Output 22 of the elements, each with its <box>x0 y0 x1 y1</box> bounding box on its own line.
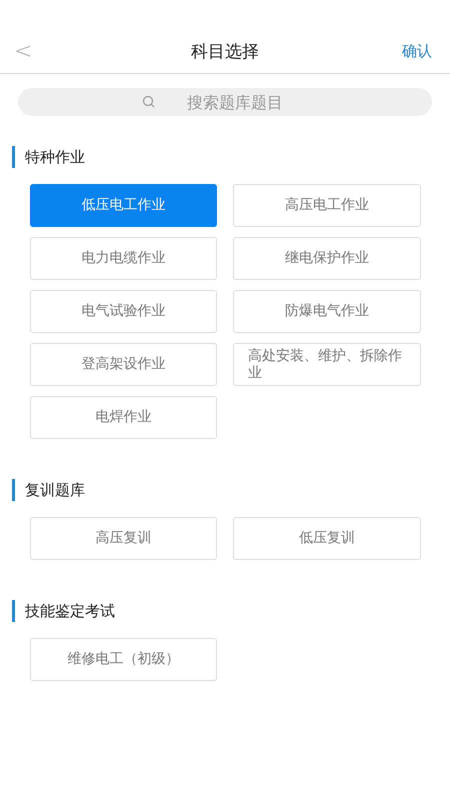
option-button[interactable]: 维修电工（初级） <box>30 638 217 681</box>
option-button[interactable]: 电焊作业 <box>30 396 217 439</box>
option-button[interactable]: 继电保护作业 <box>233 237 421 280</box>
option-button[interactable]: 高压复训 <box>30 517 217 560</box>
option-button[interactable]: 电力电缆作业 <box>30 237 217 280</box>
option-button[interactable]: 登高架设作业 <box>30 343 217 386</box>
option-button[interactable]: 低压电工作业 <box>30 184 217 227</box>
back-button[interactable]: < <box>14 39 32 64</box>
section-title: 特种作业 <box>25 148 85 166</box>
option-button[interactable]: 高处安装、维护、拆除作业 <box>233 343 421 386</box>
option-button[interactable]: 低压复训 <box>233 517 421 560</box>
confirm-button[interactable]: 确认 <box>402 42 432 61</box>
section-marker <box>12 479 15 501</box>
option-button[interactable]: 高压电工作业 <box>233 184 421 227</box>
search-field[interactable]: 搜索题库题目 <box>18 88 432 116</box>
section-title: 技能鉴定考试 <box>25 602 115 620</box>
option-button[interactable]: 防爆电气作业 <box>233 290 421 333</box>
section-title: 复训题库 <box>25 480 85 500</box>
section-marker <box>12 600 15 622</box>
page-title: 科目选择 <box>191 41 259 63</box>
option-button[interactable]: 电气试验作业 <box>30 290 217 333</box>
section-marker <box>12 146 15 168</box>
